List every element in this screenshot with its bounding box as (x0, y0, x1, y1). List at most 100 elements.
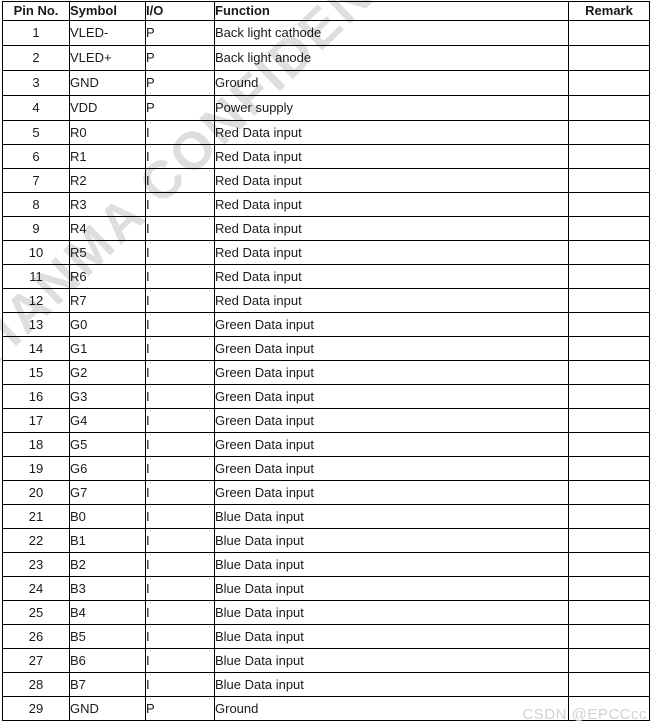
cell-pin-no: 6 (2, 144, 70, 169)
cell-function: Blue Data input (214, 576, 569, 601)
cell-pin-no: 8 (2, 192, 70, 217)
pin-assignment-table: Pin No. Symbol I/O Function Remark 1 VLED… (2, 1, 650, 721)
cell-function: Power supply (214, 95, 569, 121)
cell-symbol: R4 (69, 216, 146, 241)
column-header-io: I/O (145, 1, 215, 21)
cell-function: Green Data input (214, 360, 569, 385)
cell-remark (568, 95, 650, 121)
cell-function: Blue Data input (214, 528, 569, 553)
cell-io: I (145, 480, 215, 505)
cell-io: I (145, 120, 215, 145)
cell-io: I (145, 624, 215, 649)
table-row: 28 B7 I Blue Data input (2, 672, 650, 697)
cell-pin-no: 17 (2, 408, 70, 433)
cell-io: I (145, 264, 215, 289)
cell-symbol: G5 (69, 432, 146, 457)
cell-pin-no: 1 (2, 20, 70, 46)
cell-symbol: G2 (69, 360, 146, 385)
cell-pin-no: 25 (2, 600, 70, 625)
cell-io: I (145, 168, 215, 193)
cell-io: P (145, 696, 215, 721)
cell-remark (568, 264, 650, 289)
cell-symbol: B4 (69, 600, 146, 625)
pin-assignment-table-container: Pin No. Symbol I/O Function Remark 1 VLED… (2, 1, 650, 721)
cell-pin-no: 12 (2, 288, 70, 313)
cell-remark (568, 120, 650, 145)
cell-function: Blue Data input (214, 624, 569, 649)
cell-remark (568, 70, 650, 96)
cell-pin-no: 22 (2, 528, 70, 553)
table-row: 26 B5 I Blue Data input (2, 624, 650, 649)
cell-remark (568, 528, 650, 553)
cell-io: I (145, 288, 215, 313)
table-row: 8 R3 I Red Data input (2, 192, 650, 217)
cell-remark (568, 216, 650, 241)
table-row: 27 B6 I Blue Data input (2, 648, 650, 673)
cell-remark (568, 168, 650, 193)
table-row: 17 G4 I Green Data input (2, 408, 650, 433)
table-row: 14 G1 I Green Data input (2, 336, 650, 361)
cell-io: I (145, 312, 215, 337)
cell-function: Red Data input (214, 288, 569, 313)
cell-pin-no: 20 (2, 480, 70, 505)
cell-function: Blue Data input (214, 648, 569, 673)
cell-pin-no: 5 (2, 120, 70, 145)
cell-symbol: B7 (69, 672, 146, 697)
cell-symbol: B6 (69, 648, 146, 673)
cell-symbol: GND (69, 70, 146, 96)
cell-symbol: VLED+ (69, 45, 146, 71)
cell-pin-no: 28 (2, 672, 70, 697)
cell-pin-no: 29 (2, 696, 70, 721)
table-row: 18 G5 I Green Data input (2, 432, 650, 457)
cell-io: I (145, 384, 215, 409)
cell-function: Blue Data input (214, 552, 569, 577)
cell-pin-no: 4 (2, 95, 70, 121)
cell-io: I (145, 144, 215, 169)
cell-remark (568, 432, 650, 457)
cell-io: I (145, 360, 215, 385)
cell-symbol: R6 (69, 264, 146, 289)
table-row: 19 G6 I Green Data input (2, 456, 650, 481)
cell-remark (568, 360, 650, 385)
cell-function: Green Data input (214, 456, 569, 481)
cell-symbol: B1 (69, 528, 146, 553)
table-row: 20 G7 I Green Data input (2, 480, 650, 505)
cell-function: Red Data input (214, 264, 569, 289)
cell-function: Back light anode (214, 45, 569, 71)
cell-function: Blue Data input (214, 672, 569, 697)
table-row: 25 B4 I Blue Data input (2, 600, 650, 625)
cell-symbol: R2 (69, 168, 146, 193)
cell-remark (568, 192, 650, 217)
cell-remark (568, 45, 650, 71)
cell-remark (568, 288, 650, 313)
cell-io: I (145, 672, 215, 697)
table-row: 21 B0 I Blue Data input (2, 504, 650, 529)
cell-io: I (145, 216, 215, 241)
cell-pin-no: 24 (2, 576, 70, 601)
cell-function: Green Data input (214, 312, 569, 337)
cell-remark (568, 624, 650, 649)
cell-function: Green Data input (214, 336, 569, 361)
cell-remark (568, 672, 650, 697)
table-body: 1 VLED- P Back light cathode 2 VLED+ P Back lig… (2, 20, 650, 721)
cell-io: I (145, 240, 215, 265)
column-header-function: Function (214, 1, 569, 21)
cell-remark (568, 336, 650, 361)
cell-remark (568, 552, 650, 577)
table-row: 6 R1 I Red Data input (2, 144, 650, 169)
cell-function: Green Data input (214, 384, 569, 409)
cell-symbol: G4 (69, 408, 146, 433)
cell-function: Red Data input (214, 216, 569, 241)
table-row: 9 R4 I Red Data input (2, 216, 650, 241)
cell-pin-no: 2 (2, 45, 70, 71)
cell-pin-no: 18 (2, 432, 70, 457)
cell-remark (568, 240, 650, 265)
cell-io: I (145, 192, 215, 217)
table-row: 5 R0 I Red Data input (2, 120, 650, 145)
cell-function: Red Data input (214, 120, 569, 145)
table-row: 11 R6 I Red Data input (2, 264, 650, 289)
column-header-remark: Remark (568, 1, 650, 21)
table-row: 15 G2 I Green Data input (2, 360, 650, 385)
cell-remark (568, 600, 650, 625)
cell-symbol: R3 (69, 192, 146, 217)
